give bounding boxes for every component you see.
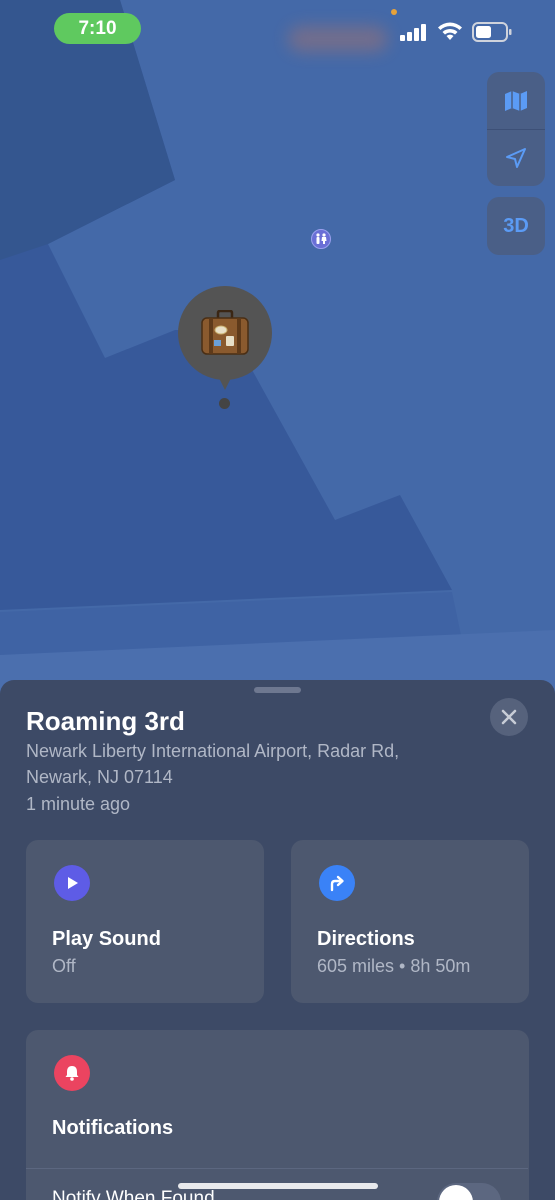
close-icon: [501, 709, 517, 725]
directions-detail: 605 miles • 8h 50m: [317, 956, 471, 976]
status-time[interactable]: 7:10: [54, 13, 141, 44]
microphone-indicator-dot: [391, 9, 397, 15]
battery-icon: [472, 22, 512, 42]
location-dot: [219, 398, 230, 409]
status-bar: 7:10: [0, 0, 555, 60]
notify-when-found-label: Notify When Found: [52, 1188, 215, 1200]
item-title: Roaming 3rd: [26, 706, 185, 736]
play-sound-card[interactable]: Play Sound Off: [26, 840, 264, 1003]
current-location-button[interactable]: [487, 129, 545, 186]
restroom-icon[interactable]: [311, 229, 331, 249]
notify-when-found-toggle[interactable]: [437, 1183, 501, 1200]
play-sound-status: Off: [52, 956, 76, 976]
map-background: [0, 0, 555, 700]
address-line-1: Newark Liberty International Airport, Ra…: [26, 741, 400, 761]
location-arrow-icon: [506, 148, 526, 168]
cellular-signal-icon: [400, 23, 428, 41]
notifications-divider: [26, 1168, 528, 1169]
map-style-button[interactable]: [487, 72, 545, 129]
sheet-grabber[interactable]: [254, 687, 301, 693]
play-sound-label: Play Sound: [52, 928, 161, 950]
directions-icon: [319, 865, 355, 901]
home-indicator[interactable]: [178, 1183, 378, 1189]
close-button[interactable]: [490, 698, 528, 736]
3d-view-button[interactable]: 3D: [487, 197, 545, 255]
toggle-knob: [439, 1185, 473, 1200]
notifications-card: Notifications: [26, 1030, 529, 1200]
map-icon: [505, 90, 527, 111]
item-detail-sheet: Roaming 3rd Newark Liberty International…: [0, 680, 555, 1200]
blurred-carrier-text: [288, 26, 388, 52]
map-view[interactable]: [0, 0, 555, 700]
address-line-2: Newark, NJ 07114: [26, 767, 173, 787]
suitcase-icon: [201, 310, 249, 355]
directions-card[interactable]: Directions 605 miles • 8h 50m: [291, 840, 529, 1003]
directions-label: Directions: [317, 928, 415, 950]
item-location-pin[interactable]: [178, 286, 272, 380]
pin-pointer: [216, 372, 234, 390]
notifications-label: Notifications: [52, 1117, 174, 1139]
last-seen-time: 1 minute ago: [26, 794, 131, 814]
map-controls: [487, 72, 545, 186]
play-icon: [54, 865, 90, 901]
wifi-icon: [438, 22, 462, 40]
bell-icon: [54, 1055, 90, 1091]
